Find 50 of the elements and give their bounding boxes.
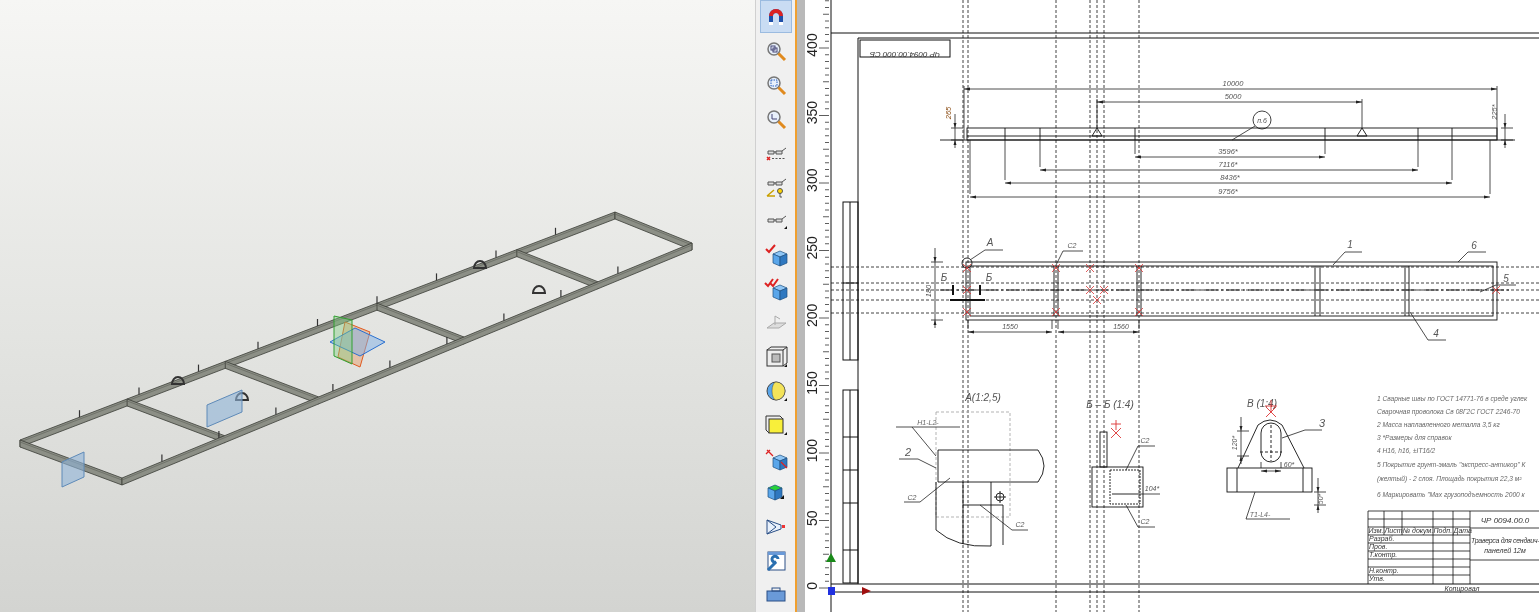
leader-line xyxy=(1055,250,1084,266)
dimension-line xyxy=(1313,477,1327,514)
box-icon xyxy=(763,344,788,369)
leader-line xyxy=(1409,311,1447,341)
dimension-line xyxy=(1236,416,1250,465)
dimension-line xyxy=(1260,461,1282,473)
leader-label: 2 xyxy=(904,446,912,458)
leader-line xyxy=(1125,504,1156,528)
ruler-label: 150 xyxy=(804,371,820,395)
leader-line xyxy=(1139,493,1161,495)
view-title: А(1:2,5) xyxy=(965,392,1001,403)
section-mark-label: Б xyxy=(985,272,993,283)
leader-label: 3 xyxy=(1318,417,1326,429)
square-icon xyxy=(763,412,788,437)
leader-line xyxy=(903,477,951,503)
cube-icon xyxy=(763,276,788,301)
toolbar-button[interactable] xyxy=(759,0,792,33)
leader-label: 6 xyxy=(1471,240,1477,251)
leader-line xyxy=(1332,251,1363,266)
cube-icon xyxy=(763,242,788,267)
ruler-label: 400 xyxy=(804,33,820,57)
leader-line xyxy=(979,504,1029,531)
coordinate-axes-drawing xyxy=(826,553,871,595)
ruler-label: 100 xyxy=(804,438,820,463)
leader-label: 1 xyxy=(1347,239,1353,250)
view-title: В (1:4) xyxy=(1247,398,1277,409)
leader-label: А xyxy=(986,237,994,248)
leader-line xyxy=(1457,251,1487,263)
view-title: Б – Б (1:4) xyxy=(1086,399,1134,410)
leader-label: 4 xyxy=(1433,328,1439,339)
dimension-line xyxy=(1500,113,1514,149)
leader-line xyxy=(1281,429,1323,439)
leader-line xyxy=(1479,284,1517,293)
callout-circle xyxy=(1252,110,1272,130)
stamp-text: ЧР 0094.00.000 СБ xyxy=(869,50,941,59)
ruler-label: 50 xyxy=(804,510,820,526)
section-mark-label: Б xyxy=(940,272,948,283)
ruler-label: 250 xyxy=(804,236,820,260)
leader-line xyxy=(1245,491,1291,520)
leader-label: 5 xyxy=(1503,273,1509,284)
ruler-label: 200 xyxy=(804,303,820,328)
cube-icon xyxy=(766,484,785,501)
sphere-icon xyxy=(763,378,788,403)
ruler-label: 0 xyxy=(804,581,820,590)
ruler-label: 300 xyxy=(804,168,820,192)
drawing-number: ЧР 0094.00.0 xyxy=(1480,516,1530,525)
leader-line xyxy=(969,249,1004,261)
ruler-label: 350 xyxy=(804,100,820,125)
leader-line xyxy=(1231,125,1256,141)
leader-line xyxy=(1125,445,1156,471)
